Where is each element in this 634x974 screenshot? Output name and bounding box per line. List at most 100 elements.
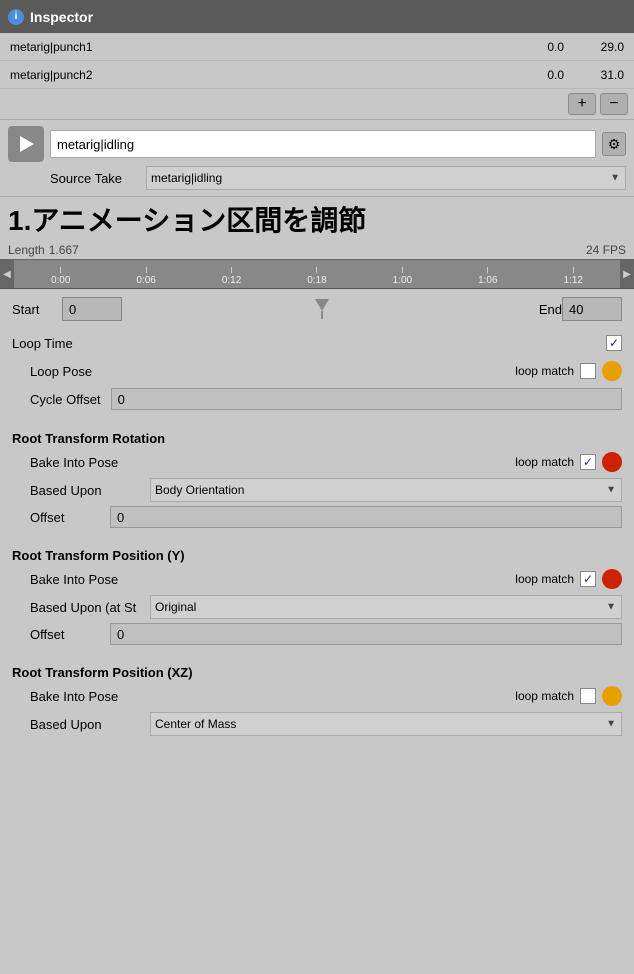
loop-pose-loop-match-label: loop match <box>515 364 574 378</box>
table-row: metarig|punch2 0.0 31.0 <box>0 61 634 89</box>
source-take-dropdown-wrapper[interactable]: metarig|idling ▼ <box>146 166 626 190</box>
root-position-xz-header: Root Transform Position (XZ) <box>12 665 622 680</box>
source-take-label: Source Take <box>50 171 140 186</box>
pos-xz-based-upon-dropdown-wrapper[interactable]: Center of MassOriginal ▼ <box>150 712 622 736</box>
pos-xz-based-upon-row: Based Upon Center of MassOriginal ▼ <box>12 712 622 736</box>
cursor-icon <box>312 299 332 319</box>
tl-tick-3: 0:18 <box>274 260 359 288</box>
row1-name: metarig|punch1 <box>10 40 504 54</box>
rotation-offset-row: Offset 0 <box>12 506 622 528</box>
timeline-inner: 0:00 0:06 0:12 0:18 1:00 1:06 1:12 <box>14 260 620 288</box>
pos-y-bake-checkbox[interactable] <box>580 571 596 587</box>
loop-time-label: Loop Time <box>12 336 73 351</box>
loop-pose-label: Loop Pose <box>30 364 92 379</box>
start-input[interactable] <box>62 297 122 321</box>
root-position-y-header: Root Transform Position (Y) <box>12 548 622 563</box>
pos-y-loop-match-label: loop match <box>515 572 574 586</box>
rotation-offset-value: 0 <box>110 506 622 528</box>
row2-val2: 31.0 <box>564 68 624 82</box>
rotation-bake-indicator <box>602 452 622 472</box>
row1-val2: 29.0 <box>564 40 624 54</box>
add-button[interactable]: + <box>568 93 596 115</box>
pos-xz-bake-label: Bake Into Pose <box>30 689 118 704</box>
start-end-row: Start End <box>12 297 622 321</box>
tick-line <box>146 267 147 273</box>
pos-xz-bake-indicator <box>602 686 622 706</box>
rotation-loop-match-label: loop match <box>515 455 574 469</box>
settings-area: Start End Loop Time Loop Pose loop match… <box>0 289 634 748</box>
info-icon: i <box>8 9 24 25</box>
tl-tick-2: 0:12 <box>189 260 274 288</box>
animation-section: ⚙ Source Take metarig|idling ▼ <box>0 120 634 197</box>
gear-button[interactable]: ⚙ <box>602 132 626 156</box>
table-row: metarig|punch1 0.0 29.0 <box>0 33 634 61</box>
end-input[interactable] <box>562 297 622 321</box>
inspector-header: i Inspector <box>0 0 634 33</box>
loop-pose-checkbox[interactable] <box>580 363 596 379</box>
pos-y-based-upon-select[interactable]: OriginalBody Orientation <box>150 595 622 619</box>
tl-tick-5: 1:06 <box>445 260 530 288</box>
pos-y-offset-label: Offset <box>30 627 110 642</box>
pos-y-based-upon-row: Based Upon (at St OriginalBody Orientati… <box>12 595 622 619</box>
pos-xz-loop-match-label: loop match <box>515 689 574 703</box>
rotation-based-upon-dropdown-wrapper[interactable]: Body OrientationOriginal ▼ <box>150 478 622 502</box>
row2-name: metarig|punch2 <box>10 68 504 82</box>
timeline-scroll-left[interactable]: ◀ <box>0 260 14 288</box>
cycle-offset-row: Cycle Offset <box>12 387 622 411</box>
anim-name-row: ⚙ <box>8 126 626 162</box>
length-label: Length <box>8 243 45 257</box>
loop-time-checkbox[interactable] <box>606 335 622 351</box>
row2-val1: 0.0 <box>504 68 564 82</box>
length-row: Length 1.667 24 FPS <box>0 241 634 259</box>
pos-xz-bake-checkbox[interactable] <box>580 688 596 704</box>
tick-line <box>402 267 403 273</box>
source-take-select[interactable]: metarig|idling <box>146 166 626 190</box>
japanese-text: 1.アニメーション区間を調節 <box>8 205 366 236</box>
rotation-based-upon-row: Based Upon Body OrientationOriginal ▼ <box>12 478 622 502</box>
cursor-area <box>122 299 522 319</box>
remove-button[interactable]: − <box>600 93 628 115</box>
cycle-offset-label: Cycle Offset <box>30 392 101 407</box>
tl-tick-6: 1:12 <box>531 260 616 288</box>
tick-line <box>231 267 232 273</box>
pos-y-bake-label: Bake Into Pose <box>30 572 118 587</box>
tl-tick-0: 0:00 <box>18 260 103 288</box>
tick-line <box>60 267 61 273</box>
row1-val1: 0.0 <box>504 40 564 54</box>
length-value: 1.667 <box>49 243 79 257</box>
inspector-title: Inspector <box>30 9 93 25</box>
rotation-bake-checkbox[interactable] <box>580 454 596 470</box>
table-buttons: + − <box>0 89 634 119</box>
fps-value: 24 FPS <box>586 243 626 257</box>
cycle-offset-input[interactable] <box>111 388 622 410</box>
tick-line <box>487 267 488 273</box>
root-rotation-header: Root Transform Rotation <box>12 431 622 446</box>
play-button[interactable] <box>8 126 44 162</box>
big-text-section: 1.アニメーション区間を調節 <box>0 197 634 241</box>
pos-y-offset-value: 0 <box>110 623 622 645</box>
source-row: Source Take metarig|idling ▼ <box>50 166 626 190</box>
animation-name-input[interactable] <box>50 130 596 158</box>
end-label: End <box>522 302 562 317</box>
loop-time-row: Loop Time <box>12 331 622 355</box>
rotation-offset-label: Offset <box>30 510 110 525</box>
timeline-bar[interactable]: ◀ 0:00 0:06 0:12 0:18 1:00 1:06 1:12 <box>0 259 634 289</box>
pos-xz-based-upon-select[interactable]: Center of MassOriginal <box>150 712 622 736</box>
rotation-bake-row: Bake Into Pose loop match <box>12 450 622 474</box>
loop-pose-indicator <box>602 361 622 381</box>
tick-line <box>573 267 574 273</box>
loop-pose-row: Loop Pose loop match <box>12 359 622 383</box>
pos-y-based-upon-dropdown-wrapper[interactable]: OriginalBody Orientation ▼ <box>150 595 622 619</box>
rotation-based-upon-select[interactable]: Body OrientationOriginal <box>150 478 622 502</box>
rotation-bake-label: Bake Into Pose <box>30 455 118 470</box>
play-icon <box>20 136 34 152</box>
rotation-based-upon-label: Based Upon <box>30 483 150 498</box>
pos-y-bake-row: Bake Into Pose loop match <box>12 567 622 591</box>
table-area: metarig|punch1 0.0 29.0 metarig|punch2 0… <box>0 33 634 120</box>
timeline-scroll-right[interactable]: ▶ <box>620 260 634 288</box>
tick-line <box>316 267 317 273</box>
pos-y-based-upon-label: Based Upon (at St <box>30 600 150 615</box>
tl-tick-4: 1:00 <box>360 260 445 288</box>
pos-y-offset-row: Offset 0 <box>12 623 622 645</box>
start-label: Start <box>12 302 62 317</box>
